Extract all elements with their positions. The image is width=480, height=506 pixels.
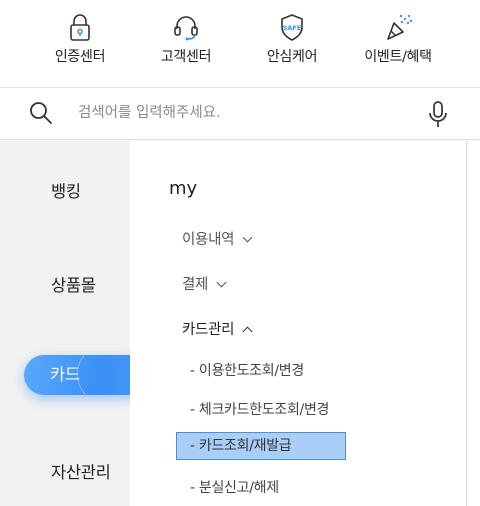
lock-icon — [70, 14, 90, 41]
search-input[interactable] — [78, 98, 408, 128]
submenu-panel: my 이용내역 결제 카드관리 - 이용한도조회/변경 - 체크카드한도조회/변… — [130, 141, 466, 506]
quick-menu-label: 고객센터 — [160, 49, 212, 65]
menu-group-label: 이용내역 — [182, 232, 235, 248]
sidebar-item-banking[interactable]: 뱅킹 — [0, 178, 130, 202]
chevron-down-icon — [242, 232, 253, 243]
sidebar-item-label: 뱅킹 — [51, 182, 81, 201]
chevron-up-icon — [242, 326, 253, 337]
menu-group-label: 결제 — [182, 277, 209, 293]
party-popper-icon — [387, 14, 413, 40]
quick-menu-auth-center[interactable]: 인증센터 — [25, 0, 135, 88]
quick-menu-label: 이벤트/혜택 — [364, 49, 432, 65]
submenu-item-limit-inquiry[interactable]: - 이용한도조회/변경 — [190, 360, 304, 380]
menu-group-payment[interactable]: 결제 — [182, 273, 227, 294]
quick-menu-label: 안심케어 — [266, 49, 318, 65]
microphone-icon[interactable] — [424, 99, 452, 129]
menu-group-label: 카드관리 — [182, 322, 235, 338]
quick-menu-events[interactable]: 이벤트/혜택 — [343, 0, 453, 88]
submenu-item-loss-report[interactable]: - 분실신고/해제 — [190, 477, 279, 497]
sidebar-item-label: 자산관리 — [51, 463, 111, 482]
sidebar-item-label: 카드 — [50, 365, 80, 384]
chevron-down-icon — [216, 277, 227, 288]
search-bar — [0, 88, 480, 140]
menu-group-usage-history[interactable]: 이용내역 — [182, 228, 253, 249]
sidebar-item-product-mall[interactable]: 상품몰 — [0, 272, 130, 296]
quick-menu-customer-center[interactable]: 고객센터 — [131, 0, 241, 88]
scrollbar[interactable] — [466, 141, 480, 506]
submenu-item-check-card-limit[interactable]: - 체크카드한도조회/변경 — [190, 399, 329, 419]
sidebar-item-label: 상품몰 — [51, 276, 96, 295]
search-icon[interactable] — [28, 100, 54, 126]
submenu-item-label: - 카드조회/재발급 — [190, 438, 292, 454]
safe-badge-text: SAFE — [283, 24, 302, 32]
menu-heading: my — [169, 178, 198, 199]
menu-group-card-management[interactable]: 카드관리 — [182, 318, 253, 339]
submenu-item-label: - 이용한도조회/변경 — [190, 363, 304, 379]
quick-menu-bar: 인증센터 고객센터 SAFE 안심케어 이벤트/혜택 — [0, 0, 480, 88]
submenu-item-label: - 체크카드한도조회/변경 — [190, 402, 330, 418]
headset-icon — [174, 16, 198, 41]
category-sidebar: 뱅킹 상품몰 카드 자산관리 — [0, 141, 151, 506]
safe-shield-icon: SAFE — [281, 14, 303, 41]
quick-menu-safe-care[interactable]: SAFE 안심케어 — [237, 0, 347, 88]
submenu-item-label: - 분실신고/해제 — [190, 480, 279, 496]
submenu-item-card-reissue[interactable]: - 카드조회/재발급 — [176, 432, 346, 460]
quick-menu-label: 인증센터 — [54, 49, 106, 65]
sidebar-item-asset-management[interactable]: 자산관리 — [0, 459, 130, 483]
